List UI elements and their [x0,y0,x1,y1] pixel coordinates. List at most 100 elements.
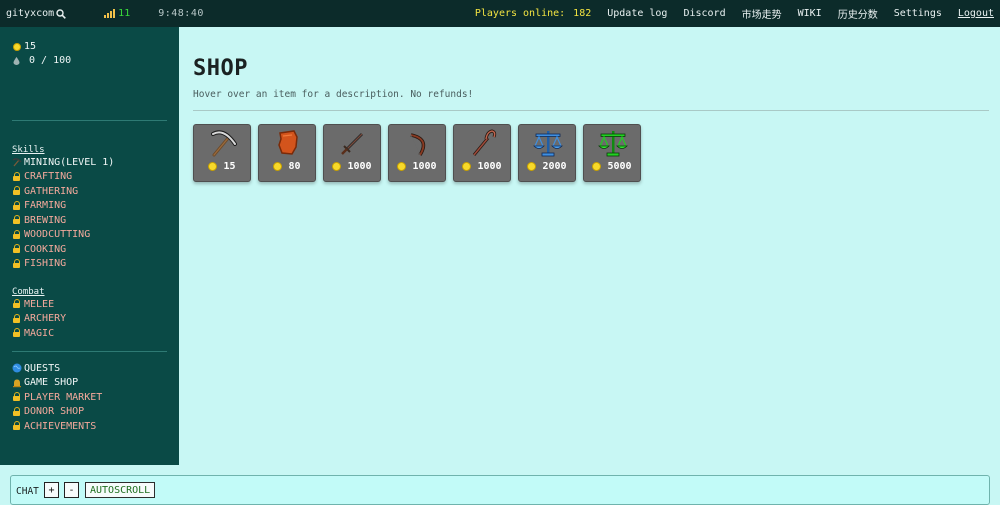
price-value: 15 [223,161,236,172]
sidebar-item-label: CRAFTING [24,171,73,183]
skills-title: Skills [12,145,45,155]
players-online-count: 182 [573,8,592,19]
bow-icon [410,133,426,156]
coin-icon [332,162,342,171]
sidebar-item-label: FISHING [24,258,67,270]
sidebar-item-label: PLAYER MARKET [24,391,103,403]
sidebar-item-gathering[interactable]: GATHERING [12,184,114,199]
blue-scales-icon [533,131,563,157]
price-value: 2000 [542,161,567,172]
price-value: 5000 [607,161,632,172]
sidebar-item-label: ACHIEVEMENTS [24,420,97,432]
coin-icon [527,162,537,171]
lock-icon [12,215,22,225]
shop-item-leather[interactable]: 80 [258,124,316,182]
lock-icon [12,328,22,338]
ping-value: 11 [118,8,131,19]
sidebar-item-label: MINING(LEVEL 1) [24,156,115,168]
nav-logout[interactable]: Logout [958,8,994,19]
item-price: 5000 [584,161,640,172]
sidebar-item-player-market[interactable]: PLAYER MARKET [12,390,102,405]
sidebar-item-label: COOKING [24,243,67,255]
sidebar-item-woodcutting[interactable]: WOODCUTTING [12,228,114,243]
shop-item-blue-scales[interactable]: 2000 [518,124,576,182]
sidebar-item-cooking[interactable]: COOKING [12,242,114,257]
price-value: 1000 [347,161,372,172]
lock-icon [12,406,22,417]
sidebar-item-brewing[interactable]: BREWING [12,213,114,228]
lock-icon [12,421,22,431]
players-online-label: Players online: [474,8,566,19]
page-subtitle: Hover over an item for a description. No… [193,89,474,100]
shop-item-green-scales[interactable]: 5000 [583,124,641,182]
main-content: SHOP Hover over an item for a descriptio… [179,27,1000,474]
item-price: 80 [259,161,315,172]
chat-shrink-button[interactable]: - [64,482,79,498]
other-menu: QUESTS GAME SHOP PLAYER MARKET DONOR SHO… [12,361,102,434]
lock-icon [12,392,22,402]
players-online: Players online: 182 [475,8,591,19]
nav-settings[interactable]: Settings [894,8,942,19]
sidebar-item-game-shop[interactable]: GAME SHOP [12,376,102,391]
lock-icon [12,229,22,240]
price-value: 1000 [412,161,437,172]
sword-icon [341,132,364,155]
sidebar-item-label: DONOR SHOP [24,406,85,418]
lock-icon [12,186,22,196]
sidebar-item-label: QUESTS [24,362,61,374]
sidebar-item-mining[interactable]: MINING(LEVEL 1) [12,155,114,170]
sidebar-item-label: BREWING [24,214,67,226]
sidebar-item-farming[interactable]: FARMING [12,199,114,214]
skills-menu: MINING(LEVEL 1) CRAFTING GATHERING FARMI… [12,155,114,271]
top-bar: gityxcom 11 9:48:40 Players online: 182 U… [0,0,1000,27]
sidebar-item-melee[interactable]: MELEE [12,297,66,312]
nav-discord[interactable]: Discord [683,8,725,19]
autoscroll-button[interactable]: AUTOSCROLL [85,482,156,498]
lock-icon [12,244,22,254]
coin-icon [397,162,407,171]
sidebar-divider [12,120,167,121]
nav-history-score[interactable]: 历史分数 [838,6,878,21]
water-drop-icon [13,56,20,65]
sidebar-item-achievements[interactable]: ACHIEVEMENTS [12,419,102,434]
sidebar-item-fishing[interactable]: FISHING [12,257,114,272]
nav-wiki[interactable]: WIKI [798,8,822,19]
sidebar-item-quests[interactable]: QUESTS [12,361,102,376]
leather-icon [278,130,298,155]
coin-icon [462,162,472,171]
item-price: 2000 [519,161,575,172]
combat-menu: MELEE ARCHERY MAGIC [12,297,66,341]
item-price: 1000 [324,161,380,172]
coin-icon [208,162,218,171]
shop-items: 15 80 1000 1000 1000 2000 5000 [193,124,648,182]
chat-expand-button[interactable]: + [44,482,59,498]
water-count: 0 / 100 [29,55,72,66]
shop-item-sword[interactable]: 1000 [323,124,381,182]
sidebar-item-archery[interactable]: ARCHERY [12,312,66,327]
sidebar-item-label: MAGIC [24,327,55,339]
price-value: 80 [288,161,301,172]
sidebar-item-label: FARMING [24,200,67,212]
search-icon[interactable] [56,8,67,19]
content-divider [193,110,989,111]
sidebar-item-magic[interactable]: MAGIC [12,326,66,341]
sidebar-item-crafting[interactable]: CRAFTING [12,170,114,185]
signal-icon [104,9,116,18]
sidebar-divider [12,351,167,352]
item-price: 1000 [389,161,445,172]
shop-item-bow[interactable]: 1000 [388,124,446,182]
shop-item-staff[interactable]: 1000 [453,124,511,182]
lock-icon [12,171,22,182]
item-price: 1000 [454,161,510,172]
shop-item-pickaxe[interactable]: 15 [193,124,251,182]
combat-title: Combat [12,287,45,297]
nav-update-log[interactable]: Update log [607,8,667,19]
water-balance: 0 / 100 [13,55,71,66]
username[interactable]: gityxcom [6,8,54,19]
lock-icon [12,258,22,269]
coin-icon [592,162,602,171]
green-scales-icon [598,131,628,157]
sidebar-item-donor-shop[interactable]: DONOR SHOP [12,405,102,420]
nav-market-trend[interactable]: 市场走势 [742,6,782,21]
globe-icon [12,363,22,373]
